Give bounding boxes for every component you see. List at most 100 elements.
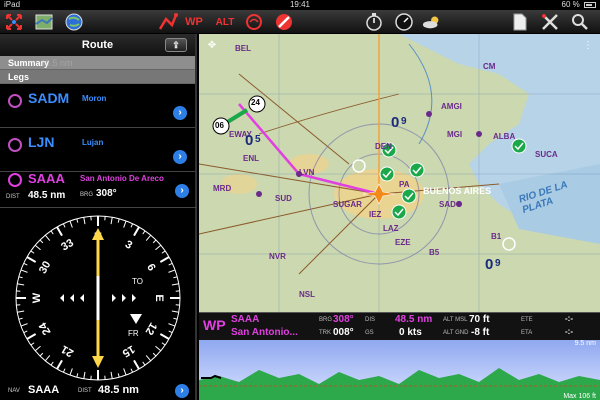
chevron-right-icon[interactable]: › [173, 106, 187, 120]
info-brg-label: BRG [319, 317, 333, 323]
map-label: ENL [243, 154, 259, 163]
map-label: LAZ [383, 224, 399, 233]
to-label: TO [132, 277, 143, 286]
nav-label: NAV [8, 388, 20, 394]
map-label: BEL [235, 44, 251, 53]
fr-label: FR [128, 329, 139, 338]
status-bar: iPad 19:41 60 % [0, 0, 600, 10]
legs-row: Legs [0, 70, 195, 84]
weather-radar-icon[interactable] [244, 12, 264, 32]
stopwatch-icon[interactable] [364, 12, 384, 32]
map-label: B1 [491, 232, 502, 241]
legs-label: Legs [8, 72, 30, 82]
info-dis-label: DIS [365, 317, 376, 323]
waypoint-icon [8, 94, 22, 108]
info-gs: 0 kts [399, 327, 422, 338]
waypoint-ident: LJN [28, 134, 55, 150]
grid-number: 9 [401, 116, 407, 127]
map-label: NVR [269, 252, 286, 261]
map-label: AMGI [441, 102, 462, 111]
info-ete: -:- [565, 314, 573, 323]
waypoint-name: Moron [82, 94, 107, 103]
map-label: IEZ [369, 210, 382, 219]
battery-percent: 60 % [561, 0, 580, 9]
chevron-right-icon[interactable]: › [173, 150, 187, 164]
moving-map[interactable]: ✥ ⋮ BEL SUCA ALBA AMGI MGI DEN PA EWAY E… [199, 34, 600, 312]
globe-icon[interactable] [64, 12, 84, 32]
share-button[interactable]: ⇪ [165, 38, 187, 52]
nav-row[interactable]: NAV SAAA DIST 48.5 nm › [0, 382, 197, 400]
map-label: B5 [429, 248, 440, 257]
info-brg: 308° [333, 314, 354, 325]
chevron-right-icon[interactable]: › [175, 184, 189, 198]
info-dis: 48.5 nm [395, 314, 433, 325]
wpt-icon[interactable]: WP [184, 12, 204, 32]
map-label: CM [483, 62, 496, 71]
info-trk-label: TRK [319, 330, 331, 336]
summary-distance: 48.5 nm [40, 58, 73, 68]
alt-icon[interactable]: ALT [212, 12, 238, 32]
terrain-profile: 9.5 nm Max 106 ft [199, 340, 600, 400]
map-label: SUGAR [333, 200, 362, 209]
map-label: LVN [299, 168, 315, 177]
zoom-icon[interactable]: ✥ [201, 36, 223, 56]
info-trk: 008° [333, 327, 354, 338]
terrain-profile-chart [199, 340, 600, 400]
map-label: SUCA [535, 150, 558, 159]
battery-icon [584, 1, 596, 8]
waypoint-row-sadm[interactable]: SADM Moron › [0, 84, 195, 128]
chevron-right-icon[interactable]: › [175, 384, 189, 398]
hsi-dial: 36E1215S2124W3033N TO FR [15, 215, 181, 381]
map-label: SUD [275, 194, 292, 203]
waypoint-row-ljn[interactable]: LJN Lujan › [0, 128, 195, 172]
brg-value: 308° [96, 188, 117, 199]
city-label: BUENOS AIRES [423, 186, 492, 196]
share-icon: ⇪ [172, 40, 180, 50]
map-label: PA [399, 180, 410, 189]
summary-row[interactable]: Summary 48.5 nm [0, 56, 195, 70]
grid-number: 0 [391, 114, 400, 131]
active-waypoint-name: San Antonio De Areco [80, 174, 164, 183]
waypoint-row-active[interactable]: SAAA San Antonio De Areco DIST 48.5 nm B… [0, 168, 197, 208]
nav-dist: 48.5 nm [98, 384, 139, 396]
info-ident: SAAA [231, 314, 260, 325]
info-alt-msl-label: ALT MSL [443, 317, 468, 323]
profile-max-altitude-label: Max 106 ft [563, 393, 596, 400]
map-label: MGI [447, 130, 463, 139]
info-alt-gnd: -8 ft [471, 327, 490, 338]
search-icon[interactable] [570, 12, 590, 32]
waypoint-icon [8, 173, 22, 187]
info-eta-label: ETA [521, 330, 533, 336]
info-wp-label: WP [203, 317, 226, 333]
map-label: ALBA [493, 132, 516, 141]
map-canvas [199, 34, 600, 312]
battery-indicator: 60 % [562, 0, 596, 10]
flight-plan-icon[interactable] [158, 12, 178, 32]
grid-number: 0 [245, 132, 254, 149]
map-label: MRD [213, 184, 232, 193]
document-icon[interactable] [510, 12, 530, 32]
wp-label: WP [185, 16, 203, 28]
map-menu-icon[interactable]: ⋮ [577, 36, 599, 56]
map-icon[interactable] [34, 12, 54, 32]
waypoint-ident: SADM [28, 90, 70, 106]
route-header: Route ⇪ [0, 34, 195, 56]
nav-ident: SAAA [28, 384, 60, 396]
gauge-icon[interactable] [394, 12, 414, 32]
leg-marker-06: 06 [215, 121, 224, 130]
hsi-heading-label: W [31, 292, 43, 303]
nav-info-strip: WP SAAA San Antonio... BRG 308° TRK 008°… [199, 312, 600, 340]
tools-icon[interactable] [540, 12, 560, 32]
dist-label: DIST [6, 194, 20, 200]
waypoint-icon [8, 138, 22, 152]
info-eta: -:- [565, 327, 573, 336]
no-entry-icon[interactable] [274, 12, 294, 32]
weather-icon[interactable] [422, 12, 442, 32]
expand-icon[interactable] [4, 12, 24, 32]
route-title: Route [81, 39, 114, 51]
info-alt-gnd-label: ALT GND [443, 330, 469, 336]
profile-distance-label: 9.5 nm [574, 340, 596, 347]
grid-number: 5 [255, 134, 261, 145]
toolbar: WP ALT [0, 10, 600, 34]
info-gs-label: GS [365, 330, 374, 336]
